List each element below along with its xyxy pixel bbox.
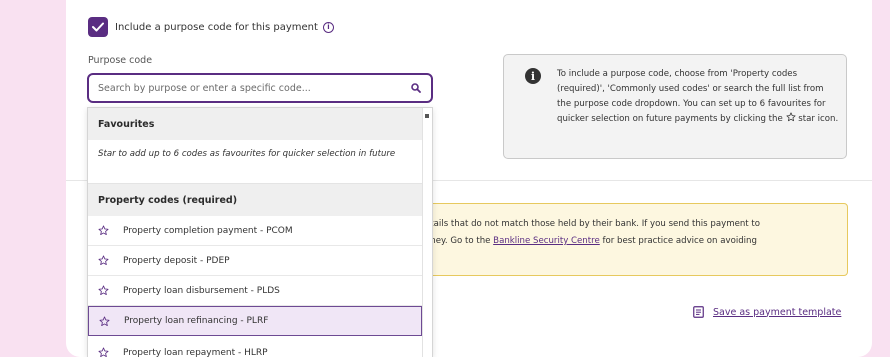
star-outline-icon[interactable] <box>98 347 109 357</box>
purpose-code-dropdown: Favourites Star to add up to 6 codes as … <box>87 107 433 357</box>
star-outline-icon[interactable] <box>99 316 110 327</box>
purpose-code-search-input[interactable] <box>98 82 411 94</box>
favourites-hint: Star to add up to 6 codes as favourites … <box>88 140 422 184</box>
info-icon: i <box>525 68 541 84</box>
scrollbar-thumb[interactable] <box>425 114 429 118</box>
dropdown-option[interactable]: Property completion payment - PCOM <box>88 216 422 246</box>
star-outline-icon[interactable] <box>98 225 109 236</box>
purpose-code-search-box[interactable] <box>87 73 433 103</box>
option-label: Property loan refinancing - PLRF <box>124 316 269 326</box>
favourites-header: Favourites <box>88 108 422 140</box>
save-as-template-link[interactable]: Save as payment template <box>693 306 841 318</box>
option-label: Property completion payment - PCOM <box>123 225 293 236</box>
purpose-code-toggle-row: Include a purpose code for this payment … <box>88 17 334 37</box>
warning-text: etails that do not match those held by t… <box>425 219 761 246</box>
property-codes-header: Property codes (required) <box>88 184 422 216</box>
purpose-code-checkbox[interactable] <box>88 17 108 37</box>
dropdown-option[interactable]: Property loan repayment - HLRP <box>88 338 422 357</box>
purpose-code-checkbox-label: Include a purpose code for this payment <box>115 21 318 33</box>
star-outline-icon <box>785 112 796 122</box>
option-label: Property deposit - PDEP <box>123 255 230 266</box>
search-icon[interactable] <box>411 83 421 93</box>
security-warning-panel: etails that do not match those held by t… <box>420 203 848 276</box>
star-outline-icon[interactable] <box>98 285 109 296</box>
star-outline-icon[interactable] <box>98 255 109 266</box>
dropdown-option-selected[interactable]: Property loan refinancing - PLRF <box>88 306 422 336</box>
dropdown-scrollbar[interactable] <box>422 108 432 357</box>
purpose-code-label: Purpose code <box>88 55 153 66</box>
option-label: Property loan disbursement - PLDS <box>123 285 280 296</box>
info-icon[interactable]: i <box>322 21 334 33</box>
purpose-code-info-panel: i To include a purpose code, choose from… <box>503 54 847 159</box>
save-as-template-label[interactable]: Save as payment template <box>713 307 841 318</box>
option-label: Property loan repayment - HLRP <box>123 347 268 357</box>
check-icon <box>92 22 104 32</box>
info-panel-text: To include a purpose code, choose from '… <box>557 69 839 124</box>
security-centre-link[interactable]: Bankline Security Centre <box>493 236 600 246</box>
document-icon <box>693 306 704 318</box>
dropdown-option[interactable]: Property deposit - PDEP <box>88 246 422 276</box>
dropdown-option[interactable]: Property loan disbursement - PLDS <box>88 276 422 306</box>
